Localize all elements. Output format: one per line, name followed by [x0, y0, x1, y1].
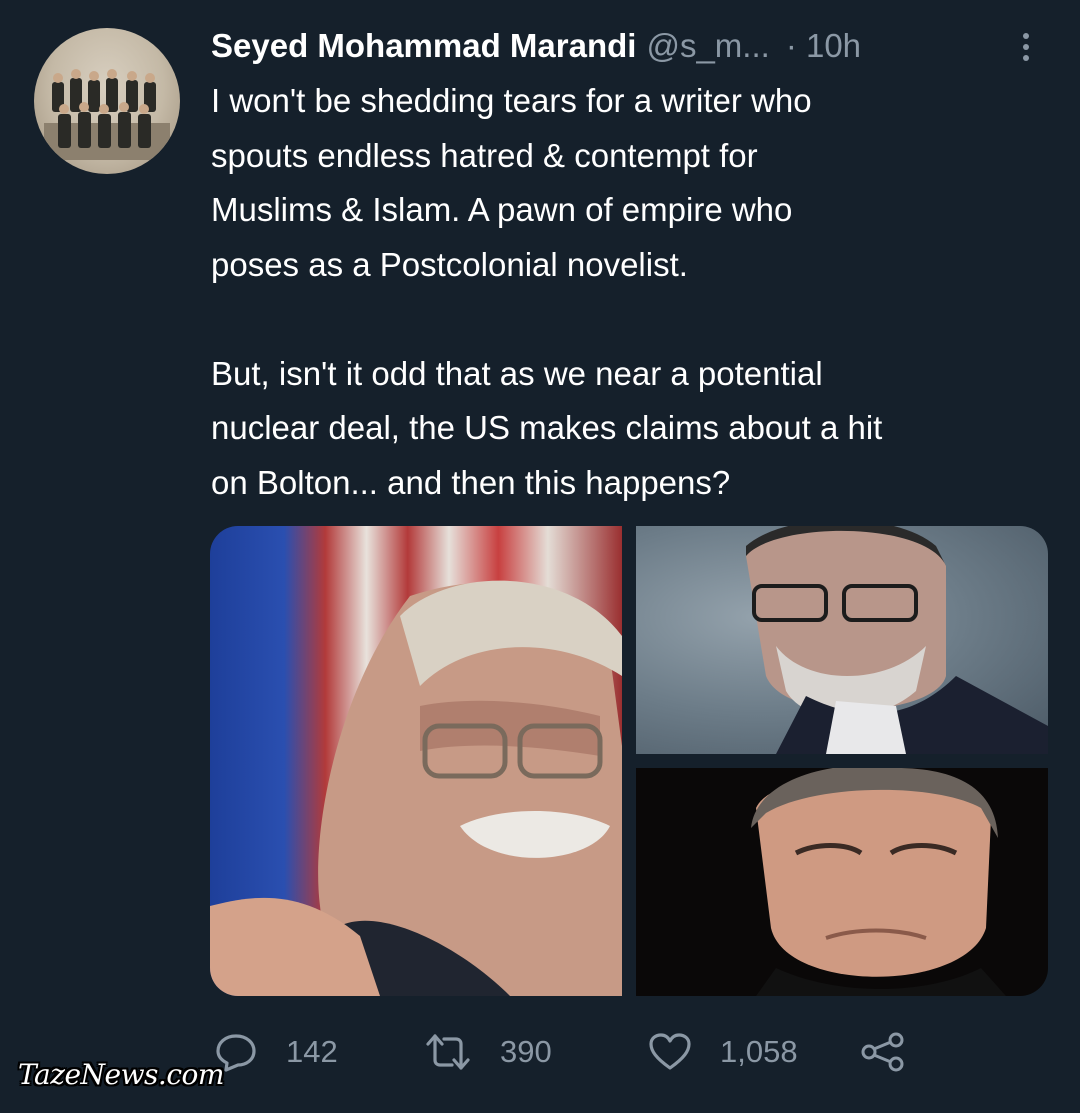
heart-icon [649, 1033, 691, 1070]
media-photo-left[interactable] [210, 526, 622, 996]
author-name[interactable]: Seyed Mohammad Marandi [211, 27, 636, 65]
tweet-text-line: spouts endless hatred & contempt for [211, 136, 758, 174]
tweet-text-line: I won't be shedding tears for a writer w… [211, 82, 812, 119]
reply-button[interactable]: 142 [214, 1022, 338, 1082]
author-avatar[interactable] [34, 28, 180, 174]
like-count: 1,058 [720, 1034, 798, 1069]
tweet-text-line: Muslims & Islam. A pawn of empire who [211, 191, 793, 228]
retweet-count: 390 [500, 1034, 552, 1069]
media-photo-bottom-right[interactable] [636, 768, 1048, 996]
retweet-icon [426, 1034, 470, 1070]
tweet-text-line: nuclear deal, the US makes claims about … [211, 409, 883, 446]
tweet-card[interactable]: Seyed Mohammad Marandi @s_m... · 10h I w… [0, 0, 1080, 1113]
reply-count: 142 [286, 1034, 338, 1069]
tweet-timestamp[interactable]: · 10h [786, 27, 861, 65]
media-photo-top-right[interactable] [636, 526, 1048, 754]
share-button[interactable] [860, 1022, 934, 1082]
share-icon [861, 1032, 904, 1072]
like-button[interactable]: 1,058 [648, 1022, 798, 1082]
tweet-header: Seyed Mohammad Marandi @s_m... · 10h [211, 22, 1061, 70]
tweet-text-line: poses as a Postcolonial novelist. [211, 245, 688, 283]
watermark-logo: TazeNews.com [18, 1058, 224, 1091]
author-handle[interactable]: @s_m... [646, 27, 769, 65]
tweet-text-line: on Bolton... and then this happens? [211, 463, 731, 501]
tweet-media-grid [210, 526, 1048, 996]
more-options-icon[interactable] [1016, 26, 1036, 66]
tweet-text: I won't be shedding tears for a writer w… [211, 74, 1061, 510]
retweet-button[interactable]: 390 [424, 1022, 552, 1082]
avatar-photo [44, 69, 170, 160]
tweet-text-line: But, isn't it odd that as we near a pote… [211, 354, 823, 392]
